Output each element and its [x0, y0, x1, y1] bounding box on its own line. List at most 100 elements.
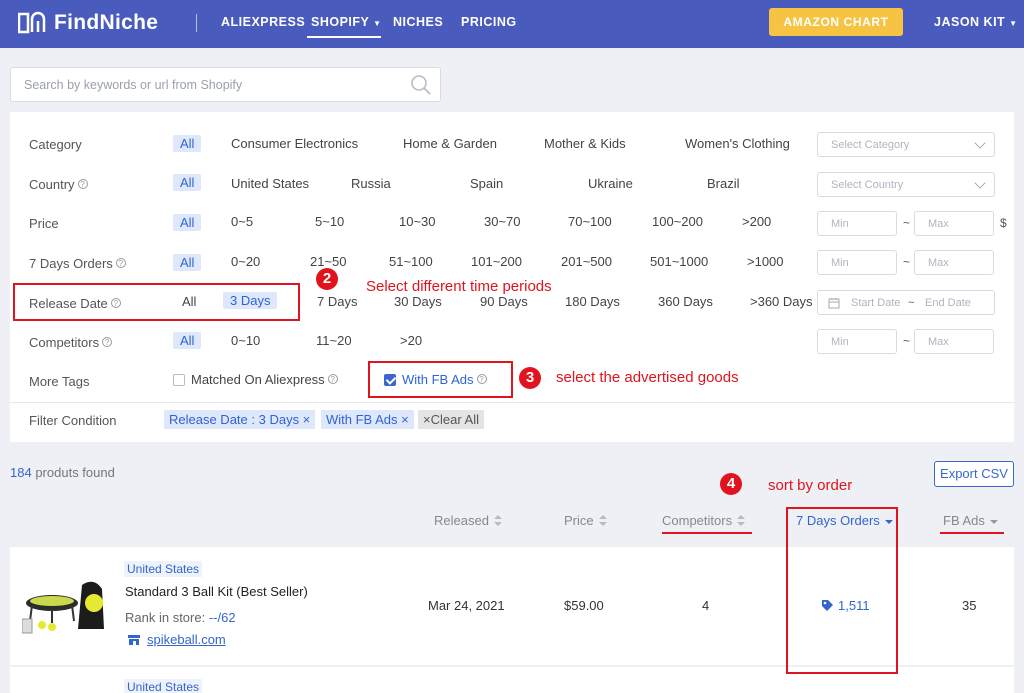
help-icon[interactable]: ?: [102, 337, 113, 347]
orders-min-input[interactable]: Min: [817, 250, 897, 275]
brand-logo[interactable]: FindNiche: [18, 11, 158, 35]
nav-shopify[interactable]: SHOPIFY ▼: [311, 15, 382, 29]
sort-icon: [598, 515, 607, 527]
competitors-all[interactable]: All: [173, 332, 202, 349]
category-home-garden[interactable]: Home & Garden: [403, 136, 497, 151]
competitors-11-20[interactable]: 11~20: [316, 333, 352, 348]
annotation-text-4: sort by order: [768, 477, 853, 494]
help-icon[interactable]: ?: [327, 374, 338, 384]
findniche-logo-icon: [18, 11, 46, 34]
calendar-icon: [828, 298, 840, 309]
start-date-input[interactable]: Start Date: [851, 297, 901, 309]
chevron-down-icon: [974, 137, 986, 149]
user-menu[interactable]: JASON KIT ▼: [934, 15, 1018, 29]
orders-0-20[interactable]: 0~20: [231, 254, 260, 269]
column-fb-ads[interactable]: FB Ads: [943, 513, 998, 528]
orders-label-text: 7 Days Orders: [29, 256, 113, 271]
release-360-plus-days[interactable]: >360 Days: [750, 294, 813, 309]
competitors-min-input[interactable]: Min: [817, 329, 897, 354]
orders-51-100[interactable]: 51~100: [389, 254, 433, 269]
release-7-days[interactable]: 7 Days: [317, 294, 357, 309]
search-input[interactable]: Search by keywords or url from Shopify: [10, 67, 441, 102]
price-0-5[interactable]: 0~5: [231, 214, 253, 229]
release-30-days[interactable]: 30 Days: [394, 294, 442, 309]
category-select[interactable]: Select Category: [817, 132, 995, 157]
country-brazil[interactable]: Brazil: [707, 176, 740, 191]
range-separator: ~: [903, 216, 911, 230]
price-min-input[interactable]: Min: [817, 211, 897, 236]
clear-all-button[interactable]: ×Clear All: [418, 410, 484, 429]
country-russia[interactable]: Russia: [351, 176, 391, 191]
country-select[interactable]: Select Country: [817, 172, 995, 197]
orders-501-1000[interactable]: 501~1000: [650, 254, 708, 269]
orders-1000-plus[interactable]: >1000: [747, 254, 784, 269]
help-icon[interactable]: ?: [115, 258, 126, 268]
annotation-underline-competitors: [662, 532, 752, 534]
country-all[interactable]: All: [173, 174, 202, 191]
range-separator: ~: [908, 297, 915, 309]
filter-condition-label: Filter Condition: [29, 413, 117, 428]
nav-pricing[interactable]: PRICING: [461, 15, 517, 29]
end-date-input[interactable]: End Date: [925, 297, 971, 309]
price-100-200[interactable]: 100~200: [652, 214, 703, 229]
store-link[interactable]: spikeball.com: [147, 632, 226, 647]
category-consumer-electronics[interactable]: Consumer Electronics: [231, 136, 358, 151]
sort-desc-icon: [989, 517, 998, 525]
currency-symbol: $: [1000, 216, 1007, 230]
product-title[interactable]: Standard 3 Ball Kit (Best Seller): [125, 584, 308, 599]
country-spain[interactable]: Spain: [470, 176, 503, 191]
category-all[interactable]: All: [173, 135, 202, 152]
country-ukraine[interactable]: Ukraine: [588, 176, 633, 191]
amazon-chart-button[interactable]: AMAZON CHART: [769, 8, 903, 36]
help-icon[interactable]: ?: [77, 179, 88, 189]
release-360-days[interactable]: 360 Days: [658, 294, 713, 309]
price-200-plus[interactable]: >200: [742, 214, 771, 229]
annotation-box-orders: [786, 507, 898, 674]
condition-tag-release-date[interactable]: Release Date : 3 Days ×: [164, 410, 316, 429]
results-count-number: 184: [10, 465, 32, 480]
annotation-text-3: select the advertised goods: [556, 369, 739, 386]
nav-aliexpress[interactable]: ALIEXPRESS: [221, 15, 305, 29]
competitors-0-10[interactable]: 0~10: [231, 333, 260, 348]
column-price[interactable]: Price: [564, 513, 607, 528]
category-womens-clothing[interactable]: Women's Clothing: [685, 136, 790, 151]
country-tag: United States: [124, 679, 203, 693]
column-released[interactable]: Released: [434, 513, 502, 528]
price-5-10[interactable]: 5~10: [315, 214, 344, 229]
nav-niches[interactable]: NICHES: [393, 15, 443, 29]
orders-101-200[interactable]: 101~200: [471, 254, 522, 269]
price-max-input[interactable]: Max: [914, 211, 994, 236]
orders-201-500[interactable]: 201~500: [561, 254, 612, 269]
release-date-range-picker[interactable]: Start Date ~ End Date: [817, 290, 995, 315]
product-image[interactable]: [22, 575, 112, 637]
sort-icon: [493, 515, 502, 527]
column-released-label: Released: [434, 513, 489, 528]
column-competitors[interactable]: Competitors: [662, 513, 746, 528]
competitors-20-plus[interactable]: >20: [400, 333, 422, 348]
price-70-100[interactable]: 70~100: [568, 214, 612, 229]
country-united-states[interactable]: United States: [231, 176, 309, 191]
search-icon[interactable]: [410, 74, 432, 96]
price-value: $59.00: [564, 598, 604, 613]
competitors-value: 4: [702, 598, 710, 613]
condition-tag-fb-ads[interactable]: With FB Ads ×: [321, 410, 414, 429]
release-90-days[interactable]: 90 Days: [480, 294, 528, 309]
orders-all[interactable]: All: [173, 254, 202, 271]
export-csv-button[interactable]: Export CSV: [934, 461, 1014, 487]
competitors-label: Competitors?: [29, 335, 113, 350]
more-tags-label: More Tags: [29, 374, 90, 389]
release-180-days[interactable]: 180 Days: [565, 294, 620, 309]
category-select-placeholder: Select Category: [831, 139, 910, 151]
competitors-max-input[interactable]: Max: [914, 329, 994, 354]
category-label: Category: [29, 137, 82, 152]
matched-aliexpress-checkbox[interactable]: Matched On Aliexpress?: [173, 372, 338, 387]
orders-21-50[interactable]: 21~50: [310, 254, 347, 269]
chevron-down-icon: ▼: [1009, 19, 1018, 28]
category-mother-kids[interactable]: Mother & Kids: [544, 136, 626, 151]
orders-max-input[interactable]: Max: [914, 250, 994, 275]
price-all[interactable]: All: [173, 214, 202, 231]
annotation-box-release-date: [13, 283, 300, 321]
price-10-30[interactable]: 10~30: [399, 214, 436, 229]
price-30-70[interactable]: 30~70: [484, 214, 521, 229]
chevron-down-icon: ▼: [373, 19, 382, 28]
